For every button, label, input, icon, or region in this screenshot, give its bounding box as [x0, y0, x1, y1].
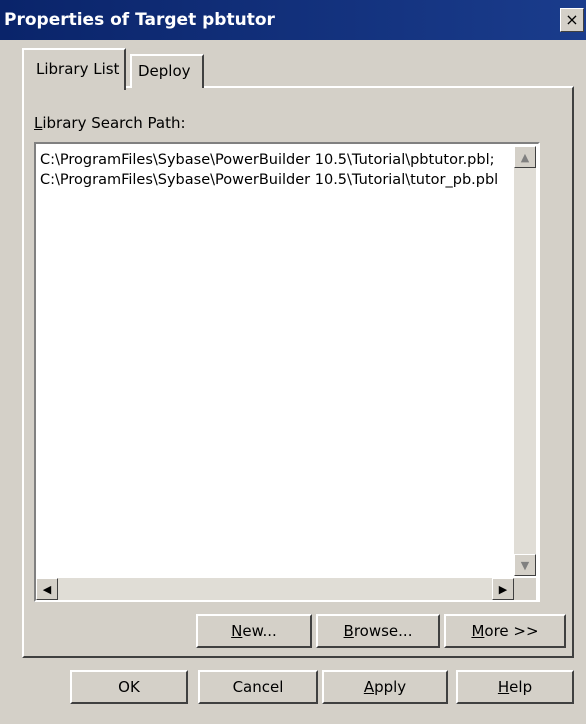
- apply-mnemonic: A: [363, 678, 375, 696]
- help-mnemonic: H: [497, 678, 510, 696]
- tab-deploy-label: Deploy: [138, 62, 191, 80]
- title-bar[interactable]: Properties of Target pbtutor ×: [0, 0, 586, 40]
- apply-button[interactable]: Apply: [322, 670, 448, 704]
- new-button[interactable]: New...: [196, 614, 312, 648]
- right-arrow-icon: ▶: [498, 582, 508, 596]
- ok-button[interactable]: OK: [70, 670, 188, 704]
- tab-library-list[interactable]: Library List: [22, 48, 126, 90]
- apply-label: pply: [374, 678, 407, 696]
- scrollbar-corner: [514, 578, 536, 600]
- new-label: ew...: [242, 622, 277, 640]
- window-title: Properties of Target pbtutor: [4, 10, 275, 30]
- library-path-list: C:\ProgramFiles\Sybase\PowerBuilder 10.5…: [40, 150, 498, 190]
- cancel-label: Cancel: [232, 678, 284, 696]
- more-mnemonic: M: [471, 622, 485, 640]
- library-path-textbox[interactable]: C:\ProgramFiles\Sybase\PowerBuilder 10.5…: [34, 142, 540, 602]
- horizontal-scrollbar[interactable]: ◀ ▶: [36, 578, 514, 600]
- scroll-up-button[interactable]: ▲: [514, 146, 536, 168]
- close-icon: ×: [565, 10, 579, 29]
- tab-library-list-label: Library List: [36, 60, 120, 78]
- label-text: ibrary Search Path:: [42, 114, 186, 132]
- close-button[interactable]: ×: [560, 8, 584, 32]
- help-label: elp: [509, 678, 533, 696]
- more-button[interactable]: More >>: [444, 614, 566, 648]
- help-button[interactable]: Help: [456, 670, 574, 704]
- scroll-right-button[interactable]: ▶: [492, 578, 514, 600]
- browse-label: rowse...: [353, 622, 413, 640]
- browse-button[interactable]: Browse...: [316, 614, 440, 648]
- library-search-path-label: Library Search Path:: [34, 114, 186, 132]
- down-arrow-icon: ▼: [520, 558, 530, 572]
- ok-label: OK: [118, 678, 140, 696]
- browse-mnemonic: B: [343, 622, 354, 640]
- up-arrow-icon: ▲: [520, 150, 530, 164]
- scroll-left-button[interactable]: ◀: [36, 578, 58, 600]
- new-mnemonic: N: [231, 622, 243, 640]
- vertical-scrollbar[interactable]: ▲ ▼: [514, 146, 536, 576]
- left-arrow-icon: ◀: [42, 582, 52, 596]
- tab-deploy[interactable]: Deploy: [130, 54, 204, 88]
- scroll-down-button[interactable]: ▼: [514, 554, 536, 576]
- properties-dialog: Properties of Target pbtutor × Library L…: [0, 0, 586, 724]
- list-item: C:\ProgramFiles\Sybase\PowerBuilder 10.5…: [40, 172, 499, 188]
- list-item: C:\ProgramFiles\Sybase\PowerBuilder 10.5…: [40, 152, 495, 168]
- cancel-button[interactable]: Cancel: [198, 670, 318, 704]
- more-label: ore >>: [484, 622, 539, 640]
